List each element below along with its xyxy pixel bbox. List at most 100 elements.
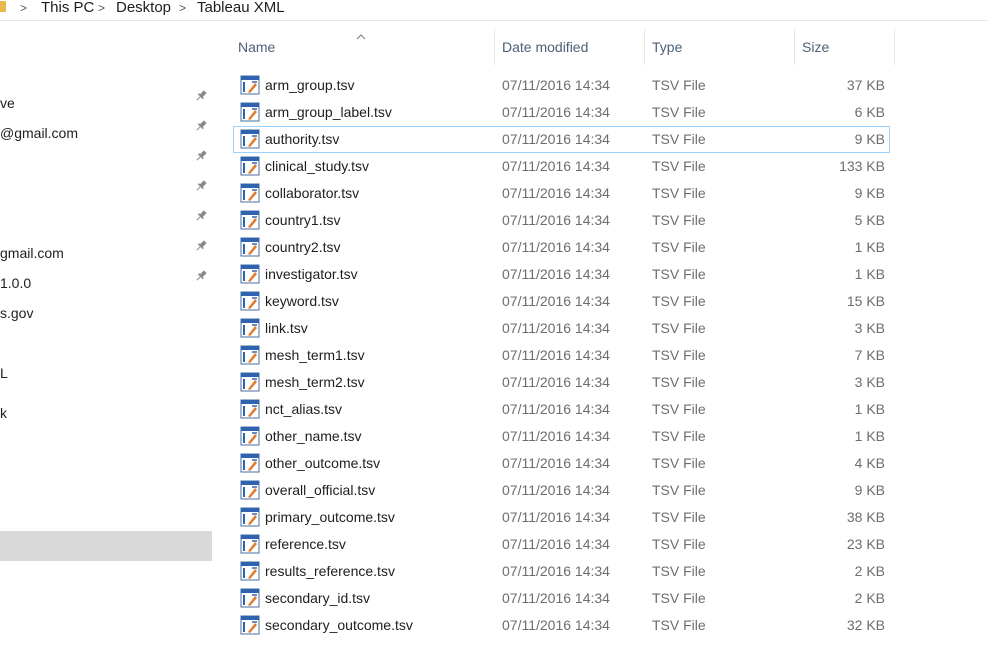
file-date-modified: 07/11/2016 14:34 (502, 563, 610, 579)
file-size: 1 KB (854, 266, 885, 282)
file-row[interactable]: overall_official.tsv 07/11/2016 14:34 TSV … (234, 478, 889, 503)
file-row[interactable]: primary_outcome.tsv 07/11/2016 14:34 TSV F… (234, 505, 889, 530)
file-type: TSV File (652, 239, 706, 255)
pin-icon[interactable] (194, 239, 208, 253)
file-name: arm_group_label.tsv (265, 104, 392, 120)
tableau-tsv-file-icon (240, 318, 260, 338)
file-name: nct_alias.tsv (265, 401, 343, 417)
column-divider[interactable] (494, 29, 495, 65)
file-row[interactable]: arm_group.tsv 07/11/2016 14:34 TSV File 37 … (234, 73, 889, 98)
breadcrumb-tableau-xml[interactable]: Tableau XML (197, 0, 285, 16)
file-name: mesh_term2.tsv (265, 374, 365, 390)
tableau-tsv-file-icon (240, 561, 260, 581)
file-size: 32 KB (846, 617, 885, 633)
breadcrumb-separator-icon[interactable]: > (98, 0, 105, 16)
breadcrumb-separator-icon[interactable]: > (179, 0, 186, 16)
tableau-tsv-file-icon (240, 291, 260, 311)
file-row[interactable]: country1.tsv 07/11/2016 14:34 TSV File 5 KB (234, 208, 889, 233)
nav-item[interactable]: k (0, 404, 7, 422)
file-size: 9 KB (854, 185, 885, 201)
address-bar[interactable]: > This PC > Desktop > Tableau XML (0, 0, 987, 21)
file-name: arm_group.tsv (265, 77, 355, 93)
file-size: 1 KB (854, 239, 885, 255)
tableau-tsv-file-icon (240, 588, 260, 608)
file-name: secondary_id.tsv (265, 590, 371, 606)
nav-item[interactable]: s.gov (0, 304, 33, 322)
file-size: 4 KB (854, 455, 885, 471)
file-name: keyword.tsv (265, 293, 339, 309)
tableau-tsv-file-icon (240, 615, 260, 635)
file-row[interactable]: clinical_study.tsv 07/11/2016 14:34 TSV Fi… (234, 154, 889, 179)
breadcrumb-this-pc[interactable]: This PC (41, 0, 94, 16)
folder-icon (0, 1, 6, 12)
tableau-tsv-file-icon (240, 453, 260, 473)
nav-item[interactable]: L (0, 364, 8, 382)
tableau-tsv-file-icon (240, 156, 260, 176)
file-size: 5 KB (854, 212, 885, 228)
file-row[interactable]: authority.tsv 07/11/2016 14:34 TSV File 9 K… (233, 126, 890, 153)
column-divider[interactable] (894, 29, 895, 65)
nav-item[interactable]: ve (0, 94, 15, 112)
nav-item[interactable]: 1.0.0 (0, 274, 31, 292)
file-row[interactable]: nct_alias.tsv 07/11/2016 14:34 TSV File 1 K… (234, 397, 889, 422)
column-header-name[interactable]: Name (238, 29, 275, 65)
column-divider[interactable] (794, 29, 795, 65)
pin-icon[interactable] (194, 89, 208, 103)
file-name: overall_official.tsv (265, 482, 376, 498)
file-size: 23 KB (846, 536, 885, 552)
file-date-modified: 07/11/2016 14:34 (502, 293, 610, 309)
tableau-tsv-file-icon (240, 129, 260, 149)
pin-icon[interactable] (194, 179, 208, 193)
file-row[interactable]: secondary_outcome.tsv 07/11/2016 14:34 TSV… (234, 613, 889, 638)
file-name: other_name.tsv (265, 428, 362, 444)
file-name: mesh_term1.tsv (265, 347, 365, 363)
file-row[interactable]: results_reference.tsv 07/11/2016 14:34 TSV… (234, 559, 889, 584)
file-row[interactable]: other_outcome.tsv 07/11/2016 14:34 TSV Fil… (234, 451, 889, 476)
pin-icon[interactable] (194, 119, 208, 133)
file-name: country1.tsv (265, 212, 341, 228)
file-date-modified: 07/11/2016 14:34 (502, 320, 610, 336)
tableau-tsv-file-icon (240, 183, 260, 203)
pin-icon[interactable] (194, 149, 208, 163)
file-row[interactable]: mesh_term2.tsv 07/11/2016 14:34 TSV File 3 … (234, 370, 889, 395)
file-date-modified: 07/11/2016 14:34 (502, 374, 610, 390)
file-row[interactable]: arm_group_label.tsv 07/11/2016 14:34 TSV F… (234, 100, 889, 125)
tableau-tsv-file-icon (240, 372, 260, 392)
file-row[interactable]: other_name.tsv 07/11/2016 14:34 TSV File 1 … (234, 424, 889, 449)
file-size: 7 KB (854, 347, 885, 363)
file-type: TSV File (652, 347, 706, 363)
file-size: 3 KB (854, 374, 885, 390)
file-row[interactable]: keyword.tsv 07/11/2016 14:34 TSV File 15 KB (234, 289, 889, 314)
file-type: TSV File (652, 401, 706, 417)
file-name: collaborator.tsv (265, 185, 360, 201)
column-divider[interactable] (644, 29, 645, 65)
file-row[interactable]: country2.tsv 07/11/2016 14:34 TSV File 1 KB (234, 235, 889, 260)
file-date-modified: 07/11/2016 14:34 (502, 401, 610, 417)
file-type: TSV File (652, 212, 706, 228)
file-row[interactable]: mesh_term1.tsv 07/11/2016 14:34 TSV File 7 … (234, 343, 889, 368)
breadcrumb-separator-icon[interactable]: > (20, 0, 27, 16)
file-row[interactable]: reference.tsv 07/11/2016 14:34 TSV File 23 … (234, 532, 889, 557)
file-date-modified: 07/11/2016 14:34 (502, 617, 610, 633)
file-row[interactable]: collaborator.tsv 07/11/2016 14:34 TSV File… (234, 181, 889, 206)
pin-icon[interactable] (194, 269, 208, 283)
file-row[interactable]: investigator.tsv 07/11/2016 14:34 TSV File… (234, 262, 889, 287)
tableau-tsv-file-icon (240, 237, 260, 257)
file-type: TSV File (652, 455, 706, 471)
pin-icon[interactable] (194, 209, 208, 223)
breadcrumb-desktop[interactable]: Desktop (116, 0, 171, 16)
nav-selected-item[interactable] (0, 531, 212, 561)
file-list-pane: Name Date modified Type Size arm_group.t… (214, 21, 987, 669)
file-size: 2 KB (854, 563, 885, 579)
column-header-date[interactable]: Date modified (502, 29, 588, 65)
file-date-modified: 07/11/2016 14:34 (502, 536, 610, 552)
nav-item[interactable]: @gmail.com (0, 124, 78, 142)
nav-item[interactable]: gmail.com (0, 244, 64, 262)
file-type: TSV File (652, 482, 706, 498)
file-type: TSV File (652, 509, 706, 525)
file-row[interactable]: link.tsv 07/11/2016 14:34 TSV File 3 KB (234, 316, 889, 341)
column-header-type[interactable]: Type (652, 29, 682, 65)
column-header-size[interactable]: Size (802, 29, 829, 65)
file-row[interactable]: secondary_id.tsv 07/11/2016 14:34 TSV File… (234, 586, 889, 611)
file-date-modified: 07/11/2016 14:34 (502, 266, 610, 282)
